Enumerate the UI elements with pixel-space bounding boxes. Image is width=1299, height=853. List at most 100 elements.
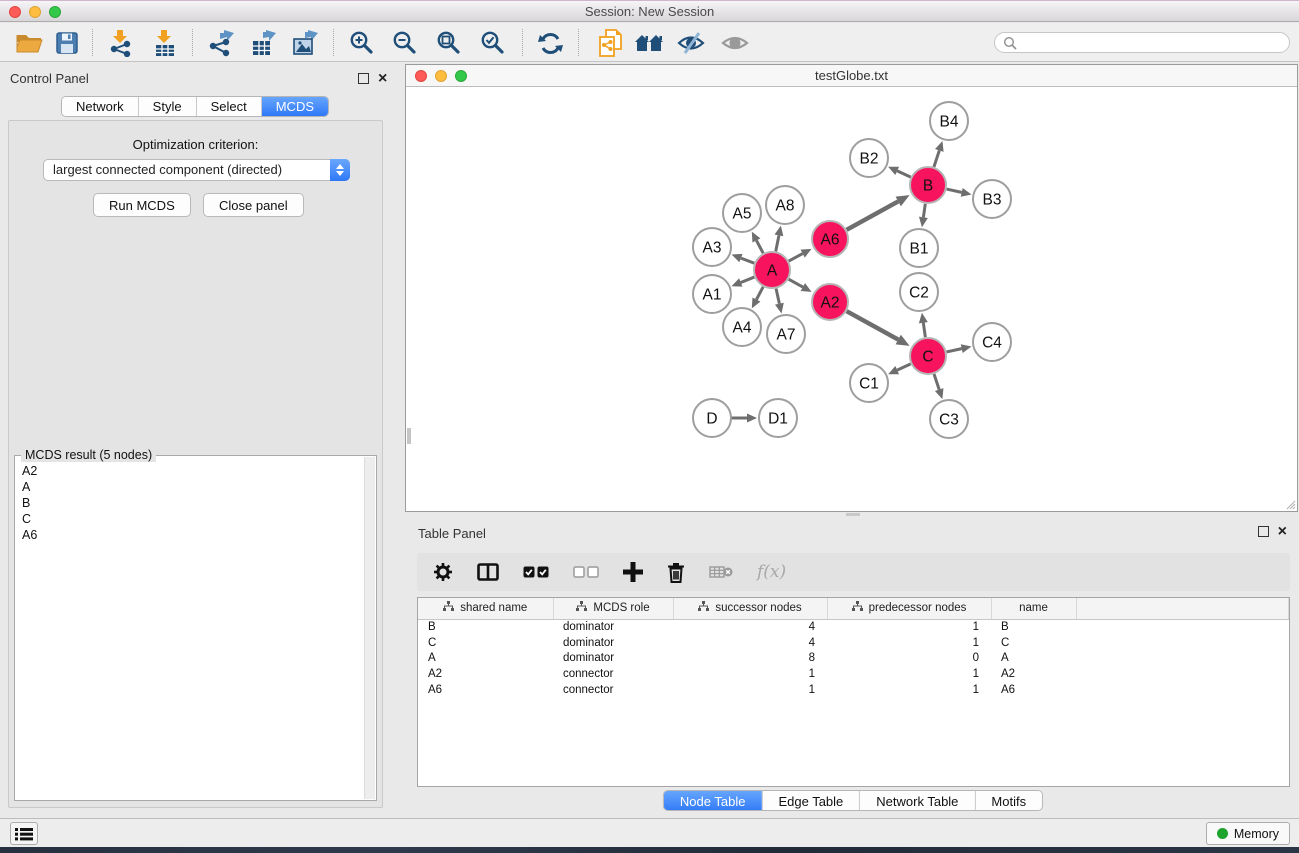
task-history-button[interactable] — [10, 822, 38, 845]
result-item[interactable]: C — [22, 511, 364, 527]
table-cell[interactable]: A6 — [418, 682, 553, 698]
result-item[interactable]: A2 — [22, 463, 364, 479]
table-cell[interactable]: A — [418, 651, 553, 667]
show-all-icon[interactable] — [720, 28, 750, 58]
search-input[interactable] — [994, 32, 1290, 53]
tab-select[interactable]: Select — [196, 97, 261, 116]
table-cell[interactable]: 4 — [673, 635, 827, 651]
graph-edge-A-A4[interactable] — [756, 287, 763, 300]
table-cell[interactable]: 1 — [827, 619, 991, 635]
table-cell[interactable]: A2 — [991, 666, 1076, 682]
table-cell[interactable]: C — [991, 635, 1076, 651]
save-icon[interactable] — [52, 28, 82, 58]
import-network-icon[interactable] — [106, 28, 136, 58]
table-settings-icon[interactable] — [433, 562, 453, 582]
tab-motifs[interactable]: Motifs — [974, 791, 1042, 811]
graph-edge-B-B2[interactable] — [897, 171, 911, 177]
graph-edge-A2-C[interactable] — [847, 311, 899, 339]
column-header-successor-nodes[interactable]: successor nodes — [673, 598, 827, 619]
table-row[interactable]: A6connector11A6 — [418, 682, 1289, 698]
result-item[interactable]: B — [22, 495, 364, 511]
column-header-shared-name[interactable]: shared name — [418, 598, 553, 619]
graph-edge-A-A2[interactable] — [789, 279, 803, 287]
tab-mcds[interactable]: MCDS — [261, 97, 328, 116]
mcds-result-list[interactable]: A2ABCA6 — [15, 459, 364, 800]
column-header-name[interactable]: name — [991, 598, 1076, 619]
first-neighbors-icon[interactable] — [634, 28, 664, 58]
table-row[interactable]: Bdominator41B — [418, 619, 1289, 635]
graph-edge-A-A8[interactable] — [776, 235, 779, 251]
table-cell[interactable]: 1 — [827, 635, 991, 651]
column-header-predecessor-nodes[interactable]: predecessor nodes — [827, 598, 991, 619]
table-cell[interactable]: connector — [553, 682, 673, 698]
export-image-icon[interactable] — [290, 28, 320, 58]
result-item[interactable]: A — [22, 479, 364, 495]
table-cell[interactable]: A6 — [991, 682, 1076, 698]
table-cell[interactable]: 0 — [827, 651, 991, 667]
table-cell[interactable]: dominator — [553, 619, 673, 635]
control-panel-close-icon[interactable]: × — [378, 73, 387, 84]
table-cell[interactable]: 8 — [673, 651, 827, 667]
network-window-titlebar[interactable]: testGlobe.txt — [406, 65, 1297, 87]
control-panel-float-icon[interactable] — [358, 73, 369, 84]
function-builder-icon[interactable]: f(x) — [757, 562, 786, 582]
graph-edge-C-C2[interactable] — [923, 323, 925, 337]
table-cell[interactable]: C — [418, 635, 553, 651]
graph-edge-C-C4[interactable] — [947, 349, 962, 352]
select-all-icon[interactable] — [523, 566, 549, 578]
table-panel-close-icon[interactable]: × — [1278, 526, 1287, 537]
table-panel-float-icon[interactable] — [1258, 526, 1269, 537]
table-cell[interactable]: A2 — [418, 666, 553, 682]
refresh-icon[interactable] — [535, 28, 565, 58]
graph-edge-C-C3[interactable] — [934, 374, 939, 390]
import-table-icon[interactable] — [150, 28, 180, 58]
graph-edge-B-B4[interactable] — [934, 150, 939, 166]
zoom-in-icon[interactable] — [347, 28, 377, 58]
add-column-icon[interactable] — [623, 562, 643, 582]
zoom-selected-icon[interactable] — [478, 28, 508, 58]
graph-edge-A-A6[interactable] — [789, 254, 803, 261]
table-cell[interactable]: 1 — [673, 666, 827, 682]
memory-button[interactable]: Memory — [1206, 822, 1290, 845]
tab-network[interactable]: Network — [62, 97, 138, 116]
graph-edge-A-A3[interactable] — [741, 258, 754, 263]
table-cell[interactable]: B — [991, 619, 1076, 635]
hide-selected-icon[interactable] — [676, 28, 706, 58]
run-mcds-button[interactable]: Run MCDS — [93, 193, 191, 217]
table-row[interactable]: Adominator80A — [418, 651, 1289, 667]
zoom-out-icon[interactable] — [390, 28, 420, 58]
table-cell[interactable]: A — [991, 651, 1076, 667]
new-network-from-selection-icon[interactable] — [596, 28, 626, 58]
table-cell[interactable]: B — [418, 619, 553, 635]
graph-edge-C-C1[interactable] — [897, 364, 911, 370]
table-cell[interactable]: 1 — [827, 666, 991, 682]
delete-table-icon[interactable] — [709, 565, 733, 579]
table-row[interactable]: Cdominator41C — [418, 635, 1289, 651]
optimization-criterion-select[interactable]: largest connected component (directed) — [43, 159, 350, 181]
table-cell[interactable]: connector — [553, 666, 673, 682]
export-network-icon[interactable] — [206, 28, 236, 58]
delete-column-icon[interactable] — [667, 562, 685, 583]
table-cell[interactable]: 1 — [827, 682, 991, 698]
graph-edge-A6-B[interactable] — [847, 201, 899, 229]
graph-edge-B-B1[interactable] — [923, 204, 925, 218]
graph-edge-A-A1[interactable] — [741, 277, 755, 282]
network-canvas[interactable]: B4B2BB3A8A5A6A3B1AC2A1A2A4A7C4CC1DD1C3 — [406, 88, 1297, 512]
graph-edge-B-B3[interactable] — [947, 189, 962, 192]
resize-grip-icon[interactable] — [1284, 498, 1296, 510]
export-table-icon[interactable] — [248, 28, 278, 58]
tab-edge-table[interactable]: Edge Table — [761, 791, 859, 811]
show-columns-icon[interactable] — [477, 563, 499, 581]
table-row[interactable]: A2connector11A2 — [418, 666, 1289, 682]
table-cell[interactable]: 4 — [673, 619, 827, 635]
tab-network-table[interactable]: Network Table — [859, 791, 974, 811]
zoom-fit-icon[interactable] — [434, 28, 464, 58]
table-cell[interactable]: 1 — [673, 682, 827, 698]
graph-edge-A-A7[interactable] — [776, 289, 779, 304]
column-header-MCDS-role[interactable]: MCDS role — [553, 598, 673, 619]
table-cell[interactable]: dominator — [553, 635, 673, 651]
table-cell[interactable]: dominator — [553, 651, 673, 667]
close-panel-button[interactable]: Close panel — [203, 193, 304, 217]
open-icon[interactable] — [14, 28, 44, 58]
graph-edge-A-A5[interactable] — [756, 240, 763, 253]
